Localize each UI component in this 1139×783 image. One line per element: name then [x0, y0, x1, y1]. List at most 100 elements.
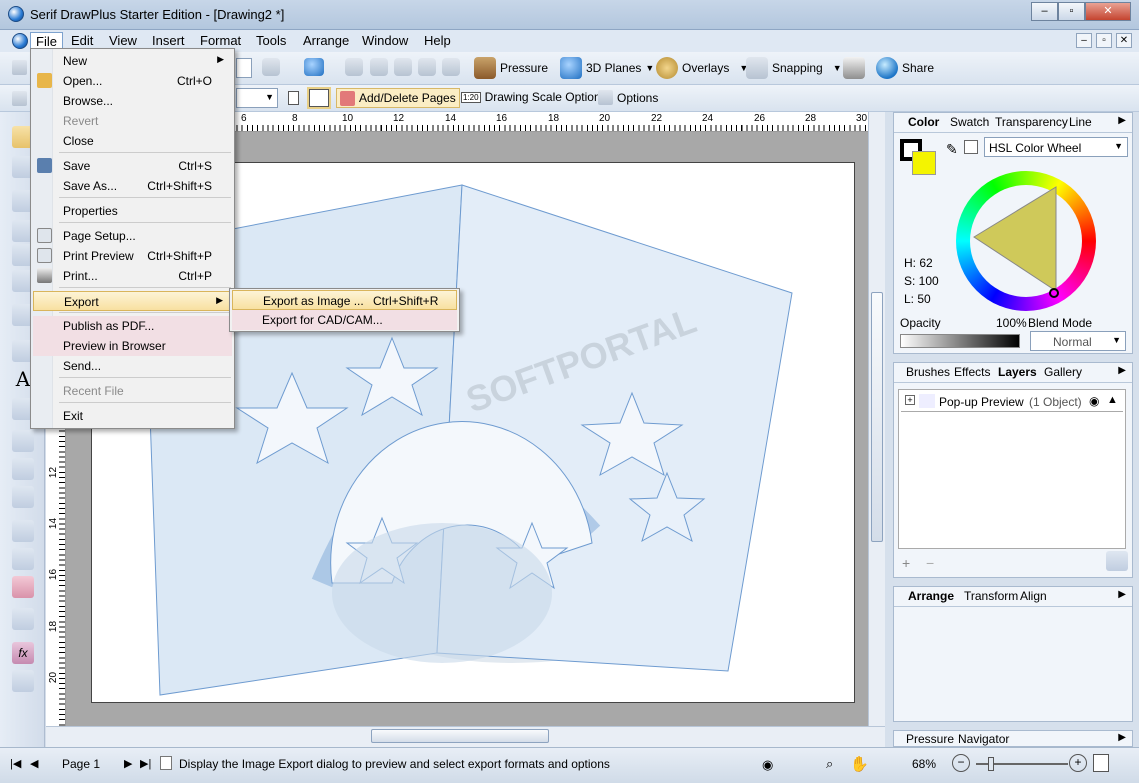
blend-mode-dropdown[interactable]: Normal ▼ [1030, 331, 1126, 351]
menu-item-page-setup[interactable]: Page Setup... [33, 226, 232, 246]
rotate-icon[interactable] [394, 58, 412, 76]
blend-tool-icon[interactable] [12, 608, 34, 630]
menu-item-print[interactable]: Print... Ctrl+P [33, 266, 232, 286]
tab-arrange[interactable]: Arrange [908, 589, 954, 603]
menu-item-send[interactable]: Send... [33, 356, 232, 376]
delete-layer-icon[interactable]: − [926, 555, 934, 571]
tab-color[interactable]: Color [908, 115, 939, 129]
menu-item-browse[interactable]: Browse... [33, 91, 232, 111]
maximize-button[interactable]: ▫ [1058, 2, 1085, 21]
new-doc-icon[interactable] [12, 60, 27, 75]
previous-page-icon[interactable]: ◀ [30, 757, 38, 770]
fill-color-swatch[interactable] [912, 151, 936, 175]
menu-edit[interactable]: Edit [66, 32, 98, 49]
tab-transparency[interactable]: Transparency [995, 115, 1068, 129]
connector-tool-icon[interactable] [12, 520, 34, 542]
panel-menu-arrow-icon[interactable]: ▶ [1118, 589, 1126, 600]
menu-window[interactable]: Window [357, 32, 413, 49]
menu-item-new[interactable]: New ▶ [33, 51, 232, 71]
panel-menu-arrow-icon[interactable]: ▶ [1118, 115, 1126, 126]
crop-tool-icon[interactable] [12, 548, 34, 570]
view-mode-icon[interactable]: ◉ [762, 757, 773, 773]
visibility-eye-icon[interactable]: ◉ [1089, 394, 1099, 408]
fill-bucket-tool-icon[interactable] [12, 458, 34, 480]
horizontal-scrollbar[interactable] [46, 726, 885, 747]
tab-effects[interactable]: Effects [954, 365, 990, 379]
flip-vertical-icon[interactable] [370, 58, 388, 76]
hand-tool-icon[interactable]: ✋ [850, 755, 869, 773]
menu-item-exit[interactable]: Exit [33, 406, 232, 426]
options-button[interactable]: Options [598, 90, 658, 105]
redo-icon[interactable] [304, 58, 324, 76]
shadow-tool-icon[interactable] [12, 670, 34, 692]
add-delete-pages-button[interactable]: Add/Delete Pages [336, 88, 460, 108]
menu-item-export[interactable]: Export ▶ [33, 291, 232, 311]
size-dropdown[interactable]: ▼ [236, 88, 278, 108]
share-button[interactable]: Share [876, 57, 934, 79]
eyedropper-tool-icon[interactable] [12, 430, 34, 452]
opacity-slider[interactable] [900, 334, 1020, 348]
zoom-slider[interactable] [976, 757, 1068, 771]
none-color-box[interactable] [964, 140, 978, 154]
tab-gallery[interactable]: Gallery [1044, 365, 1082, 379]
zoom-in-icon[interactable]: + [1069, 754, 1087, 772]
eyedropper-icon[interactable]: ✎ [946, 141, 958, 158]
landscape-icon[interactable] [307, 87, 331, 109]
3d-planes-button[interactable]: 3D Planes ▼ [560, 57, 654, 79]
tab-navigator[interactable]: Navigator [958, 732, 1009, 746]
last-page-icon[interactable]: ▶| [140, 757, 151, 770]
menu-item-publish-pdf[interactable]: Publish as PDF... [33, 316, 232, 336]
flip-horizontal-icon[interactable] [345, 58, 363, 76]
overlays-button[interactable]: Overlays ▼ [656, 57, 748, 79]
zoom-level[interactable]: 68% [912, 757, 936, 771]
snapping-button[interactable]: Snapping ▼ [746, 57, 842, 79]
layer-properties-icon[interactable] [1106, 551, 1128, 571]
menu-tools[interactable]: Tools [251, 32, 291, 49]
send-back-icon[interactable] [442, 58, 460, 76]
horizontal-scroll-thumb[interactable] [371, 729, 549, 743]
menu-item-preview-browser[interactable]: Preview in Browser [33, 336, 232, 356]
zoom-out-icon[interactable]: − [952, 754, 970, 772]
menu-item-save[interactable]: Save Ctrl+S [33, 156, 232, 176]
menu-format[interactable]: Format [195, 32, 246, 49]
mdi-close-button[interactable]: ✕ [1116, 33, 1132, 48]
mdi-restore-button[interactable]: ▫ [1096, 33, 1112, 48]
menu-help[interactable]: Help [419, 32, 456, 49]
menu-item-close[interactable]: Close [33, 131, 232, 151]
lock-icon[interactable]: ▲ [1107, 394, 1118, 406]
menu-item-export-image[interactable]: Export as Image ... Ctrl+Shift+R [232, 290, 457, 310]
layer-row[interactable]: + Pop-up Preview (1 Object) ◉ ▲ [901, 392, 1123, 412]
page-indicator[interactable]: Page 1 [62, 757, 100, 771]
tab-swatch[interactable]: Swatch [950, 115, 989, 129]
portrait-icon[interactable] [288, 91, 299, 105]
menu-item-open[interactable]: Open... Ctrl+O [33, 71, 232, 91]
full-page-icon[interactable] [1093, 754, 1109, 772]
tab-layers[interactable]: Layers [998, 365, 1037, 379]
close-window-button[interactable]: ✕ [1085, 2, 1131, 21]
first-page-icon[interactable]: |◀ [10, 757, 21, 770]
tab-brushes[interactable]: Brushes [906, 365, 950, 379]
tab-pressure[interactable]: Pressure [906, 732, 954, 746]
zoom-slider-thumb[interactable] [988, 757, 994, 771]
print-button[interactable] [843, 57, 865, 79]
menu-arrange[interactable]: Arrange [298, 32, 354, 49]
panel-menu-arrow-icon[interactable]: ▶ [1118, 732, 1126, 743]
bring-forward-icon[interactable] [418, 58, 436, 76]
undo-icon[interactable] [262, 58, 280, 76]
color-mode-dropdown[interactable]: HSL Color Wheel ▼ [984, 137, 1128, 157]
tab-transform[interactable]: Transform [964, 589, 1018, 603]
pressure-button[interactable]: Pressure [474, 57, 548, 79]
menu-item-properties[interactable]: Properties [33, 201, 232, 221]
function-tool-icon[interactable]: fx [12, 642, 34, 664]
tab-line[interactable]: Line [1069, 115, 1092, 129]
zoom-tool-icon[interactable]: ⌕ [826, 756, 833, 772]
envelope-tool-icon[interactable] [12, 576, 34, 598]
menu-item-export-cad[interactable]: Export for CAD/CAM... [232, 310, 457, 330]
tab-align[interactable]: Align [1020, 589, 1047, 603]
hsl-color-wheel[interactable] [956, 171, 1096, 311]
style-dropdown[interactable] [236, 58, 252, 78]
vertical-scrollbar[interactable] [868, 112, 885, 726]
menu-item-print-preview[interactable]: Print Preview Ctrl+Shift+P [33, 246, 232, 266]
add-layer-icon[interactable]: + [902, 555, 910, 571]
menu-view[interactable]: View [104, 32, 142, 49]
